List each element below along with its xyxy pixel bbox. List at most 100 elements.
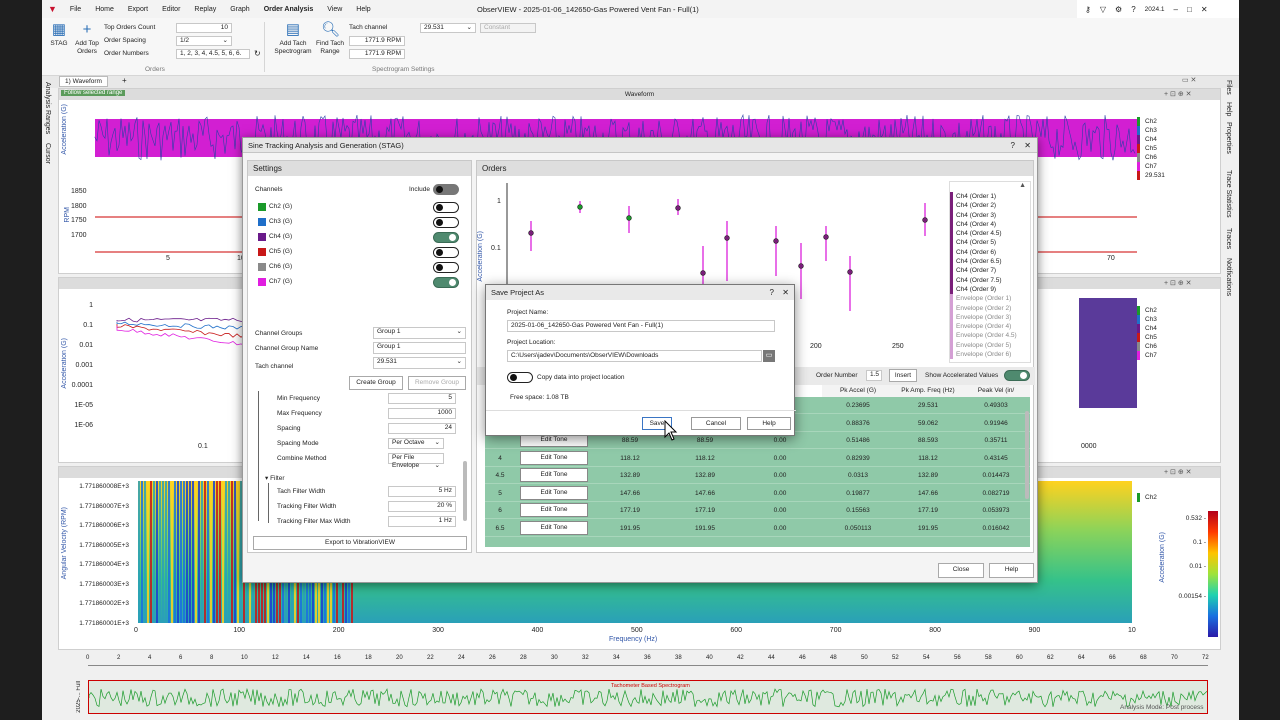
order-numbers-field[interactable]: 1, 2, 3, 4, 4.5, 5, 6, 6. — [176, 49, 250, 59]
create-group-button[interactable]: Create Group — [349, 376, 403, 390]
filter-icon[interactable]: ▽ — [1100, 5, 1106, 14]
right-tab-traces[interactable]: Traces — [1225, 228, 1232, 249]
browse-folder-icon[interactable]: ▭ — [763, 350, 775, 362]
orders-legend-item[interactable]: Envelope (Order 4) — [950, 322, 1030, 332]
spectrogram-pane-icons[interactable]: + ⊡ ⊕ ✕ — [1164, 468, 1192, 476]
orders-table-row[interactable]: 5 Edit Tone 147.66 147.66 0.00 0.19877 1… — [485, 485, 1030, 502]
right-tab-properties[interactable]: Properties — [1225, 122, 1232, 154]
spec-legend-ch2[interactable]: Ch2 — [1137, 306, 1217, 315]
key-icon[interactable]: ⚷ — [1085, 5, 1091, 14]
edit-tone-button[interactable]: Edit Tone — [520, 503, 588, 517]
waveform-pane-icons[interactable]: + ⊡ ⊕ ✕ — [1164, 90, 1192, 98]
order-spacing-select[interactable]: 1/2 ⌄ — [176, 36, 232, 46]
right-tab-files[interactable]: Files — [1225, 80, 1232, 95]
refresh-icon[interactable]: ↻ — [254, 49, 261, 58]
edit-tone-button[interactable]: Edit Tone — [520, 485, 588, 500]
menu-file[interactable]: File — [63, 6, 88, 13]
stag-button[interactable]: ▦ STAG — [48, 22, 70, 48]
stag-close-icon[interactable]: ✕ — [1024, 138, 1031, 153]
col-pk-accel[interactable]: Pk Accel (G) — [822, 387, 894, 394]
side-tab-analysis-ranges[interactable]: Analysis Ranges — [44, 82, 51, 134]
right-tab-trace-statistics[interactable]: Trace Statistics — [1225, 170, 1232, 218]
side-tab-cursor[interactable]: Cursor — [44, 143, 51, 164]
channel-group-name-field[interactable]: Group 1 — [373, 342, 466, 354]
orders-table-row[interactable]: 4 Edit Tone 118.12 118.12 0.00 0.82939 1… — [485, 450, 1030, 467]
orders-legend-item[interactable]: Ch4 (Order 5) — [950, 238, 1030, 248]
edit-tone-button[interactable]: Edit Tone — [520, 520, 588, 535]
spec-legend-ch3[interactable]: Ch3 — [1137, 315, 1217, 324]
legend-collapse-icon[interactable]: ▲ — [950, 182, 1030, 192]
tach-channel-select-stag[interactable]: 29.531 ⌄ — [373, 357, 466, 369]
spectrogram-legend-ch2[interactable]: Ch2 — [1137, 493, 1217, 502]
stag-help-icon[interactable]: ? — [1011, 138, 1015, 153]
menu-graph[interactable]: Graph — [223, 6, 256, 13]
col-peak-vel[interactable]: Peak Vel (in/ — [962, 387, 1030, 394]
legend-ch4[interactable]: Ch4 — [1137, 135, 1217, 144]
menu-help[interactable]: Help — [349, 6, 377, 13]
help-icon[interactable]: ? — [1131, 5, 1135, 14]
settings-scrollbar[interactable] — [463, 461, 467, 521]
maximize-icon[interactable]: □ — [1187, 5, 1192, 14]
export-vibrationview-button[interactable]: Export to VibrationVIEW — [253, 536, 467, 550]
param-field[interactable]: Per Octave ⌄ — [388, 438, 444, 449]
channel-include-toggle[interactable] — [433, 232, 459, 243]
edit-tone-button[interactable]: Edit Tone — [520, 468, 588, 482]
orders-legend-item[interactable]: Ch4 (Order 7) — [950, 266, 1030, 276]
orders-legend-item[interactable]: Ch4 (Order 9) — [950, 284, 1030, 295]
insert-button[interactable]: Insert — [889, 369, 917, 382]
remove-group-button[interactable]: Remove Group — [408, 376, 466, 390]
follow-selected-range[interactable]: Follow selected range — [61, 90, 126, 96]
orders-table-row[interactable]: 6 Edit Tone 177.19 177.19 0.00 0.15563 1… — [485, 502, 1030, 519]
legend-ch7[interactable]: Ch7 — [1137, 162, 1217, 171]
menu-replay[interactable]: Replay — [187, 6, 223, 13]
orders-legend-item[interactable]: Ch4 (Order 1) — [950, 192, 1030, 202]
menu-export[interactable]: Export — [121, 6, 155, 13]
param-field[interactable]: Per File Envelope ⌄ — [388, 453, 444, 469]
channel-include-toggle[interactable] — [433, 217, 459, 228]
orders-table-row[interactable]: 4.5 Edit Tone 132.89 132.89 0.00 0.0313 … — [485, 467, 1030, 484]
legend-tach[interactable]: 29.531 — [1137, 171, 1217, 180]
orders-legend-item[interactable]: Ch4 (Order 6) — [950, 247, 1030, 258]
add-tab-icon[interactable]: + — [122, 76, 127, 85]
add-tach-spectrogram-button[interactable]: ▤ Add Tach Spectrogram — [272, 22, 314, 56]
spec-legend-ch4[interactable]: Ch4 — [1137, 324, 1217, 333]
orders-legend-item[interactable]: Envelope (Order 5) — [950, 340, 1030, 351]
menu-editor[interactable]: Editor — [155, 6, 187, 13]
filter-param-field[interactable]: 1 Hz — [388, 516, 456, 527]
tach-mode-select[interactable]: Constant — [480, 23, 536, 33]
orders-table-row[interactable]: 6.5 Edit Tone 191.95 191.95 0.00 0.05011… — [485, 520, 1030, 537]
orders-legend-item[interactable]: Ch4 (Order 3) — [950, 210, 1030, 220]
filter-param-field[interactable]: 20 % — [388, 501, 456, 512]
pane-controls[interactable]: ▭ ✕ — [1182, 76, 1196, 84]
include-all-toggle[interactable] — [433, 184, 459, 195]
channel-include-toggle[interactable] — [433, 202, 459, 213]
legend-ch5[interactable]: Ch5 — [1137, 144, 1217, 153]
menu-home[interactable]: Home — [88, 6, 121, 13]
orders-legend-item[interactable]: Ch4 (Order 2) — [950, 201, 1030, 211]
orders-table-scrollbar[interactable] — [1025, 411, 1029, 499]
orders-legend-item[interactable]: Ch4 (Order 4) — [950, 219, 1030, 230]
stag-close-button[interactable]: Close — [938, 563, 984, 578]
find-tach-range-button[interactable]: 🔍︎ Find Tach Range — [314, 22, 346, 56]
help-button[interactable]: Help — [747, 417, 791, 430]
filter-expander[interactable]: ▾ Filter — [265, 474, 285, 482]
orders-legend-item[interactable]: Ch4 (Order 7.5) — [950, 275, 1030, 285]
spec-legend-ch5[interactable]: Ch5 — [1137, 333, 1217, 342]
tab-waveform[interactable]: 1) Waveform — [59, 76, 108, 87]
tach-channel-select[interactable]: 29.531 ⌄ — [420, 23, 476, 33]
param-field[interactable]: 1000 — [388, 408, 456, 419]
top-orders-count-field[interactable]: 10 — [176, 23, 232, 33]
minimize-icon[interactable]: – — [1174, 5, 1178, 14]
copy-data-toggle[interactable] — [507, 372, 533, 383]
orders-legend-item[interactable]: Envelope (Order 1) — [950, 294, 1030, 304]
legend-ch3[interactable]: Ch3 — [1137, 126, 1217, 135]
gear-icon[interactable]: ⚙ — [1115, 5, 1122, 14]
filter-param-field[interactable]: 5 Hz — [388, 486, 456, 497]
right-tab-notifications[interactable]: Notifications — [1225, 258, 1232, 296]
orders-legend-item[interactable]: Ch4 (Order 4.5) — [950, 229, 1030, 239]
param-field[interactable]: 5 — [388, 393, 456, 404]
channel-include-toggle[interactable] — [433, 247, 459, 258]
rpm-field-2[interactable]: 1771.9 RPM — [349, 49, 405, 59]
close-window-icon[interactable]: ✕ — [1201, 5, 1208, 14]
edit-tone-button[interactable]: Edit Tone — [520, 450, 588, 465]
